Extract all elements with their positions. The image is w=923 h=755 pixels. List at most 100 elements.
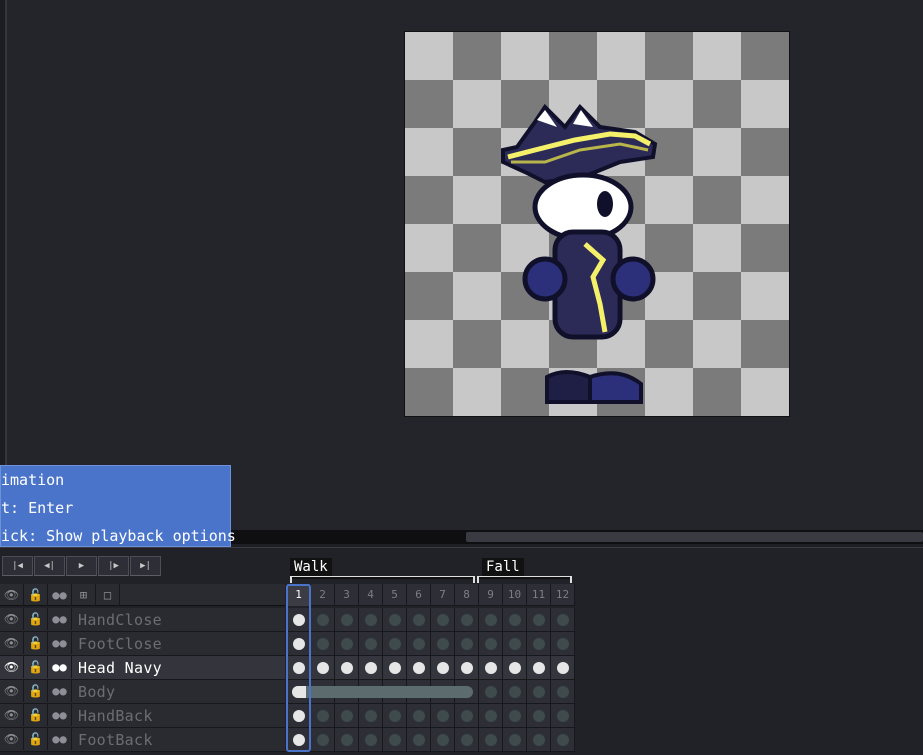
eye-icon[interactable]: 👁	[0, 704, 24, 726]
cel[interactable]	[287, 728, 311, 752]
lock-icon[interactable]: 🔓	[24, 632, 48, 654]
continuous-icon[interactable]: ●●	[48, 680, 72, 702]
layer-name[interactable]: Head Navy	[72, 656, 162, 679]
cel[interactable]	[335, 656, 359, 680]
lock-icon[interactable]: 🔓	[24, 608, 48, 630]
cel[interactable]	[431, 704, 455, 728]
cel[interactable]	[359, 656, 383, 680]
cel[interactable]	[503, 656, 527, 680]
cel[interactable]	[407, 704, 431, 728]
eye-icon[interactable]: 👁	[0, 656, 24, 678]
sprite-canvas[interactable]	[404, 31, 790, 417]
layer-name[interactable]: FootBack	[72, 728, 153, 751]
layer-name[interactable]: HandBack	[72, 704, 153, 727]
frame-header-10[interactable]: 10	[503, 584, 527, 606]
linked-cel-start[interactable]	[292, 686, 306, 698]
cel[interactable]	[551, 728, 575, 752]
lock-icon[interactable]: 🔓	[24, 680, 48, 702]
cel[interactable]	[287, 656, 311, 680]
eye-icon[interactable]: 👁	[0, 632, 24, 654]
layer-row[interactable]: 👁 🔓 ●● FootBack	[0, 728, 285, 752]
cel[interactable]	[383, 608, 407, 632]
cel[interactable]	[311, 608, 335, 632]
cel[interactable]	[551, 632, 575, 656]
cel[interactable]	[359, 704, 383, 728]
layer-name[interactable]: HandClose	[72, 608, 162, 631]
lock-icon[interactable]: 🔓	[24, 728, 48, 750]
frame-header-1[interactable]: 1	[287, 584, 311, 606]
cel[interactable]	[527, 608, 551, 632]
frame-header-12[interactable]: 12	[551, 584, 575, 606]
cel[interactable]	[503, 632, 527, 656]
cel[interactable]	[287, 632, 311, 656]
layer-row[interactable]: 👁 🔓 ●● HandBack	[0, 704, 285, 728]
linked-cel-span[interactable]	[292, 686, 473, 698]
cel[interactable]	[455, 728, 479, 752]
cel[interactable]	[335, 608, 359, 632]
frame-header-11[interactable]: 11	[527, 584, 551, 606]
cel[interactable]	[359, 608, 383, 632]
cel[interactable]	[455, 704, 479, 728]
cel[interactable]	[503, 704, 527, 728]
layer-row[interactable]: 👁 🔓 ●● FootClose	[0, 632, 285, 656]
editor-area[interactable]	[0, 0, 923, 530]
eye-icon[interactable]: 👁	[0, 608, 24, 630]
cel[interactable]	[383, 704, 407, 728]
frame-header-3[interactable]: 3	[335, 584, 359, 606]
cel[interactable]	[551, 608, 575, 632]
cel[interactable]	[551, 656, 575, 680]
cel[interactable]	[479, 728, 503, 752]
continuous-icon[interactable]: ●●	[48, 608, 72, 630]
cel[interactable]	[431, 632, 455, 656]
cel[interactable]	[431, 608, 455, 632]
continuous-icon[interactable]: ●●	[48, 728, 72, 750]
frame-header-2[interactable]: 2	[311, 584, 335, 606]
cel[interactable]	[455, 632, 479, 656]
group-icon[interactable]: ⊞	[72, 584, 96, 606]
frame-header-6[interactable]: 6	[407, 584, 431, 606]
tag-walk[interactable]: Walk	[290, 558, 332, 576]
tag-walk-range[interactable]	[290, 576, 475, 583]
frame-header-7[interactable]: 7	[431, 584, 455, 606]
tag-fall[interactable]: Fall	[482, 558, 524, 576]
cel[interactable]	[503, 680, 527, 704]
last-frame-button[interactable]: ▶|	[130, 556, 161, 576]
cel[interactable]	[383, 656, 407, 680]
cel[interactable]	[455, 656, 479, 680]
cel[interactable]	[287, 608, 311, 632]
layer-row[interactable]: 👁 🔓 ●● HandClose	[0, 608, 285, 632]
cel[interactable]	[527, 704, 551, 728]
continuous-icon[interactable]: ●●	[48, 656, 72, 678]
cel[interactable]	[551, 680, 575, 704]
cel[interactable]	[311, 632, 335, 656]
frame-header-4[interactable]: 4	[359, 584, 383, 606]
first-frame-button[interactable]: |◀	[2, 556, 33, 576]
cel[interactable]	[527, 728, 551, 752]
cel[interactable]	[479, 656, 503, 680]
cel[interactable]	[383, 728, 407, 752]
cel[interactable]	[311, 656, 335, 680]
play-button[interactable]: ▶	[66, 556, 97, 576]
tag-fall-range[interactable]	[477, 576, 572, 583]
cel[interactable]	[479, 608, 503, 632]
cel[interactable]	[359, 728, 383, 752]
frame-header-9[interactable]: 9	[479, 584, 503, 606]
continuous-icon[interactable]: ●●	[48, 632, 72, 654]
cel[interactable]	[335, 632, 359, 656]
cel[interactable]	[503, 728, 527, 752]
cel[interactable]	[311, 728, 335, 752]
new-layer-icon[interactable]: □	[96, 584, 120, 606]
cel[interactable]	[527, 632, 551, 656]
cel[interactable]	[335, 704, 359, 728]
cel[interactable]	[407, 656, 431, 680]
cel[interactable]	[335, 728, 359, 752]
cel[interactable]	[479, 680, 503, 704]
cel[interactable]	[503, 608, 527, 632]
cel[interactable]	[479, 704, 503, 728]
layer-row[interactable]: 👁 🔓 ●● Head Navy	[0, 656, 285, 680]
cel[interactable]	[407, 608, 431, 632]
layer-row[interactable]: 👁 🔓 ●● Body	[0, 680, 285, 704]
cel[interactable]	[359, 632, 383, 656]
cel[interactable]	[383, 632, 407, 656]
cel[interactable]	[311, 704, 335, 728]
